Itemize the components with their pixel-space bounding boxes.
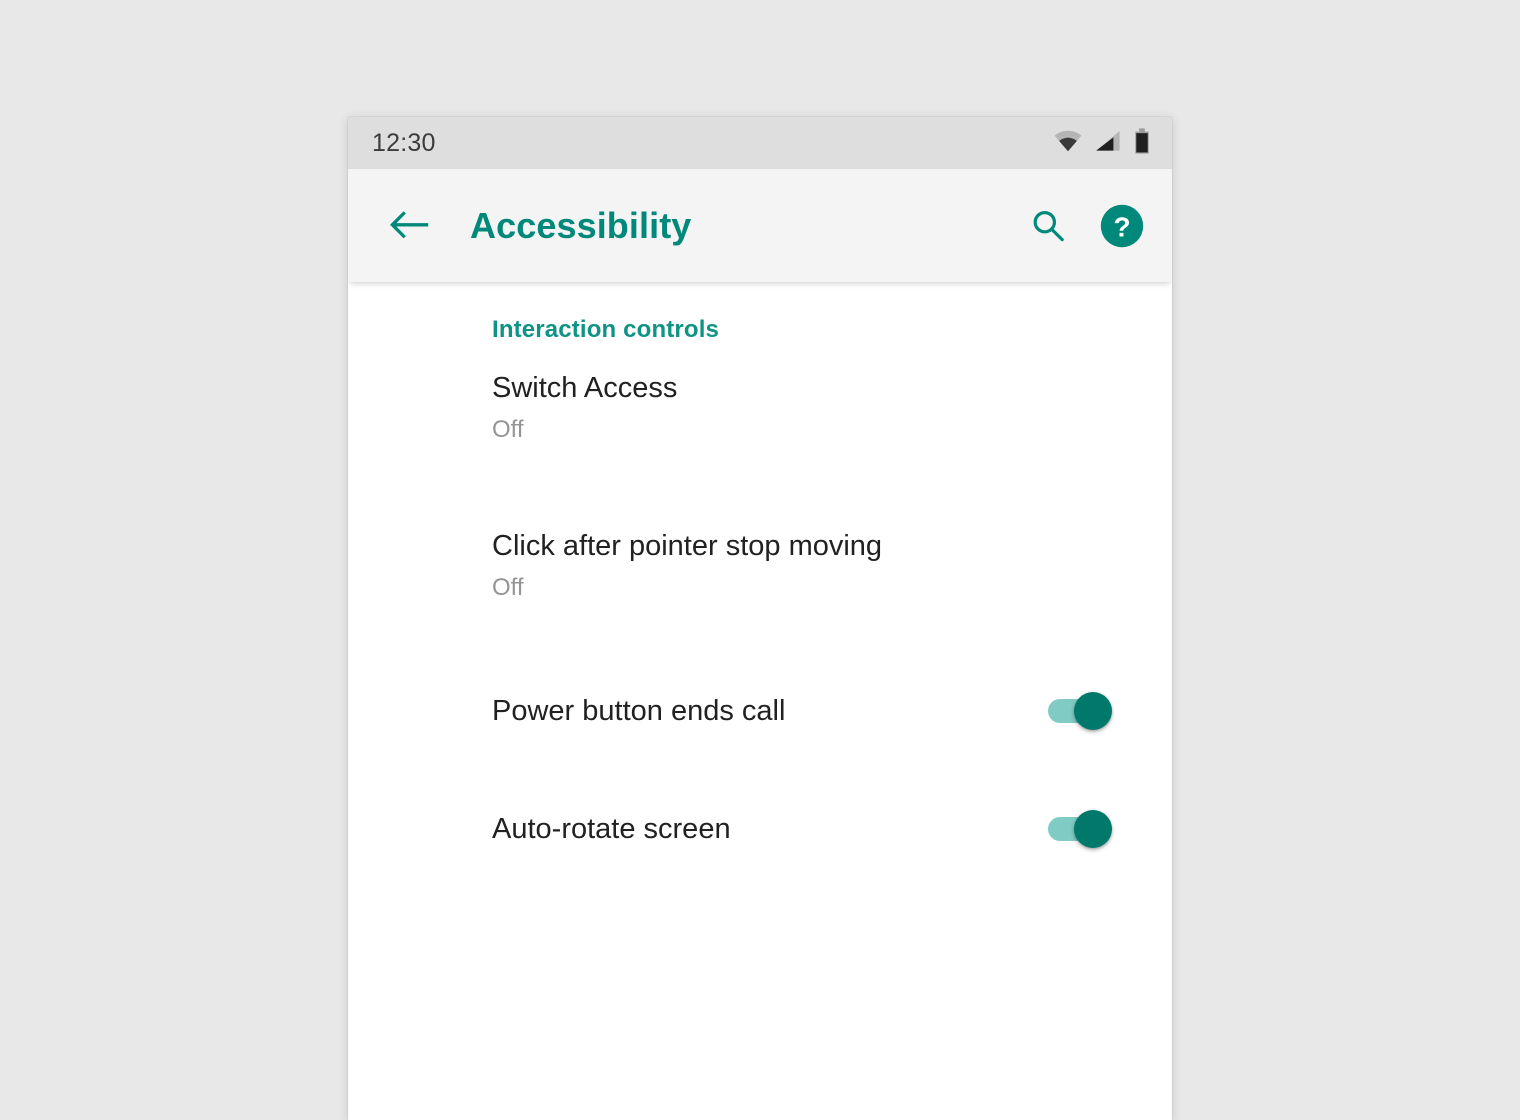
cellular-signal-icon: [1095, 130, 1121, 157]
status-bar: 12:30: [348, 117, 1172, 169]
list-item-text: Power button ends call: [492, 694, 1024, 728]
status-bar-clock: 12:30: [372, 128, 436, 157]
search-icon: [1033, 210, 1064, 241]
list-item-text: Switch Access Off: [492, 371, 1110, 445]
settings-list: Interaction controls Switch Access Off C…: [348, 282, 1172, 1120]
help-icon: ?: [1100, 204, 1144, 247]
toggle-thumb: [1074, 692, 1112, 730]
app-bar-actions: ?: [1022, 200, 1148, 252]
arrow-left-icon: [390, 210, 429, 238]
search-button[interactable]: [1022, 200, 1074, 252]
list-item-summary: Off: [492, 574, 524, 602]
wifi-icon: [1054, 130, 1082, 157]
toggle-thumb: [1074, 810, 1112, 848]
toggle-power-button-ends-call[interactable]: [1048, 691, 1112, 731]
list-item-switch-access[interactable]: Switch Access Off: [348, 352, 1172, 464]
back-button[interactable]: [376, 193, 442, 259]
app-bar: Accessibility ?: [348, 169, 1172, 282]
list-item-title: Click after pointer stop moving: [492, 529, 883, 562]
list-item-text: Click after pointer stop moving Off: [492, 529, 1110, 603]
list-item-power-button-ends-call[interactable]: Power button ends call: [348, 668, 1172, 754]
page-title: Accessibility: [470, 204, 692, 246]
list-item-title: Auto-rotate screen: [492, 812, 731, 845]
list-item-text: Auto-rotate screen: [492, 812, 1024, 846]
help-button[interactable]: ?: [1096, 200, 1148, 252]
list-item-summary: Off: [492, 416, 524, 444]
list-item-click-after-pointer-stop-moving[interactable]: Click after pointer stop moving Off: [348, 510, 1172, 622]
svg-text:?: ?: [1113, 211, 1130, 242]
toggle-auto-rotate-screen[interactable]: [1048, 809, 1112, 849]
battery-icon: [1134, 127, 1150, 159]
list-item-title: Power button ends call: [492, 694, 786, 727]
status-bar-icons: [1054, 127, 1150, 159]
section-header-interaction-controls: Interaction controls: [492, 316, 720, 343]
list-item-title: Switch Access: [492, 371, 678, 404]
device-screen: 12:30 Accessibility ? Interaction contro…: [348, 117, 1172, 1120]
list-item-auto-rotate-screen[interactable]: Auto-rotate screen: [348, 786, 1172, 872]
